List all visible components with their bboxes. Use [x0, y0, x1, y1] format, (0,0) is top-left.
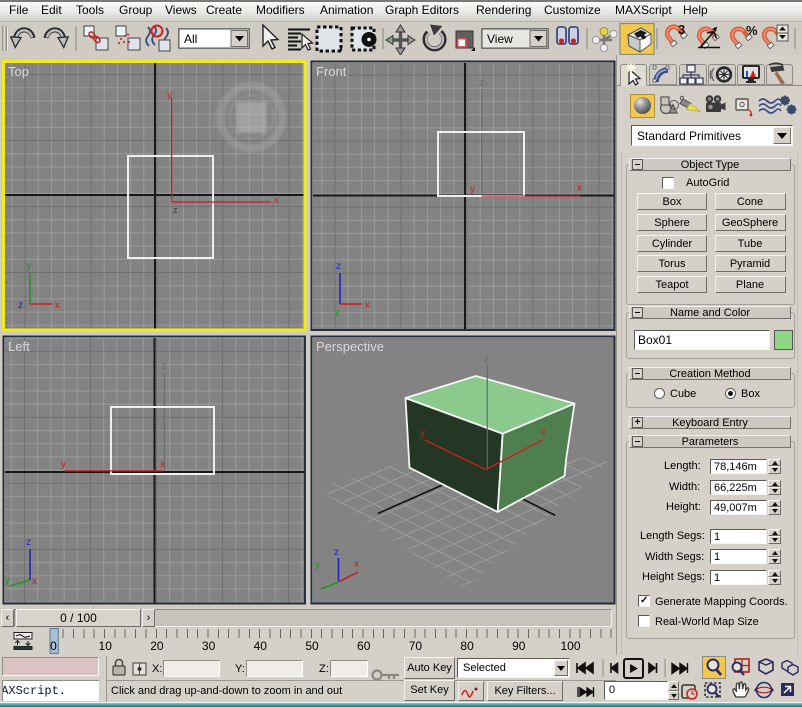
svg-text:All: All [184, 32, 197, 46]
svg-text:10: 10 [99, 639, 113, 653]
svg-text:x: x [541, 427, 546, 438]
svg-text:x: x [577, 183, 582, 194]
svg-text:%: % [746, 23, 758, 38]
svg-text:y: y [420, 428, 425, 439]
svg-text:x: x [55, 300, 60, 311]
svg-text:Perspective: Perspective [316, 339, 384, 354]
svg-text:z: z [18, 300, 23, 311]
svg-text:3: 3 [678, 22, 685, 37]
svg-text:Left: Left [8, 339, 30, 354]
svg-text:x: x [354, 559, 359, 570]
svg-text:90: 90 [512, 639, 526, 653]
svg-text:z: z [26, 537, 31, 548]
svg-text:x: x [32, 576, 37, 587]
svg-text:0: 0 [50, 639, 57, 653]
svg-text:70: 70 [409, 639, 423, 653]
svg-text:z: z [173, 205, 178, 215]
svg-text:y: y [470, 184, 475, 195]
svg-text:30: 30 [202, 639, 216, 653]
svg-text:z: z [484, 354, 489, 365]
svg-text:y: y [315, 560, 320, 571]
svg-text:y: y [61, 459, 66, 470]
svg-text:80: 80 [460, 639, 474, 653]
svg-text:View: View [487, 32, 513, 46]
svg-text:20: 20 [150, 639, 164, 653]
svg-text:50: 50 [305, 639, 319, 653]
svg-text:x: x [274, 195, 279, 206]
svg-text:y: y [26, 261, 31, 272]
svg-text:z: z [479, 78, 484, 89]
svg-text:y: y [335, 307, 340, 318]
svg-text:x: x [365, 300, 370, 311]
svg-text:Top: Top [8, 64, 29, 79]
svg-text:z: z [336, 261, 341, 272]
svg-text:y: y [167, 90, 172, 101]
svg-text:40: 40 [254, 639, 268, 653]
svg-text:z: z [334, 547, 339, 558]
svg-text:y: y [5, 575, 10, 586]
svg-text:60: 60 [357, 639, 371, 653]
svg-text:z: z [161, 361, 166, 372]
svg-text:100: 100 [560, 639, 580, 653]
svg-text:x: x [160, 459, 165, 470]
svg-text:Front: Front [316, 64, 347, 79]
